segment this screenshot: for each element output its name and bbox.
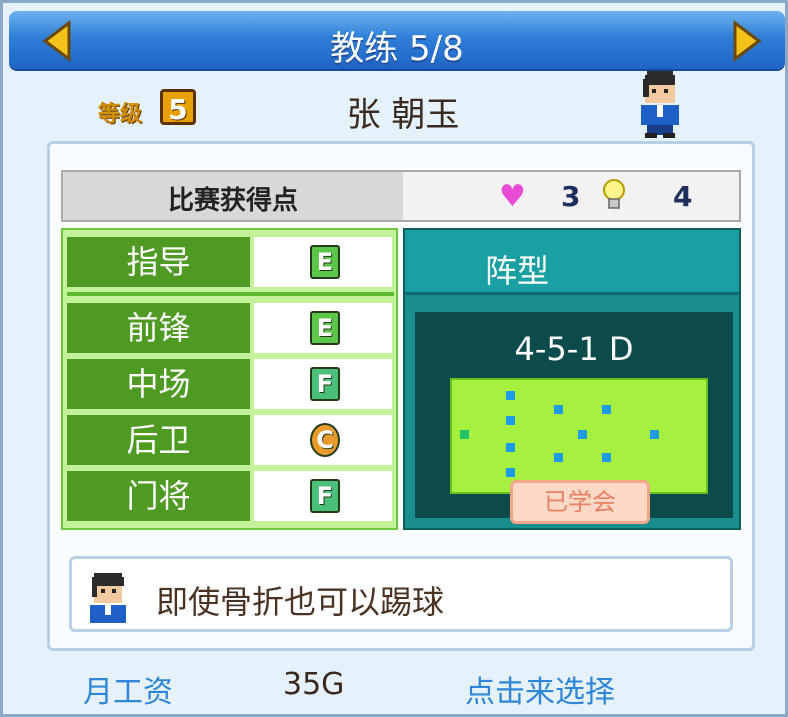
player-dot: [650, 430, 659, 439]
skill-grade-cell: C: [254, 415, 392, 465]
skill-row-defense: 后卫 C: [67, 415, 394, 465]
trait-text: 即使骨折也可以踢球: [156, 583, 445, 621]
grade-badge: C: [310, 423, 340, 457]
coach-detail-window: 教练 5/8 等级 5 张 朝玉 比赛获得点 ♥ 3 4 指导 E 前锋 E 中…: [0, 0, 788, 717]
skill-row-goalkeeper: 门将 F: [67, 471, 394, 521]
right-arrow-icon[interactable]: [725, 19, 765, 63]
heart-points-value: 3: [561, 180, 581, 213]
player-dot: [506, 391, 515, 400]
player-dot: [578, 430, 587, 439]
grade-badge: F: [310, 479, 340, 513]
formation-field: [450, 378, 708, 494]
coach-portrait-icon: [90, 573, 126, 623]
skill-label: 指导: [67, 237, 250, 287]
skills-divider: [67, 292, 394, 296]
learned-badge: 已学会: [510, 480, 650, 524]
match-points-values: ♥ 3 4: [403, 172, 739, 220]
skill-grade-cell: E: [254, 237, 392, 287]
player-dot: [602, 453, 611, 462]
match-points-bar: 比赛获得点 ♥ 3 4: [61, 170, 741, 222]
player-dot: [506, 443, 515, 452]
player-dot: [554, 453, 563, 462]
grade-badge: E: [310, 245, 340, 279]
player-dot: [602, 405, 611, 414]
formation-preview: 4-5-1 D 已学会: [415, 312, 733, 524]
player-dot: [554, 405, 563, 414]
formation-panel[interactable]: 阵型 4-5-1 D 已学会: [403, 228, 741, 530]
skill-row-coaching: 指导 E: [67, 237, 394, 287]
skill-grade-cell: E: [254, 303, 392, 353]
salary-value: 35G: [283, 667, 345, 702]
skill-row-midfield: 中场 F: [67, 359, 394, 409]
salary-label: 月工资: [83, 675, 173, 710]
goalkeeper-dot: [460, 430, 469, 439]
skill-label: 后卫: [67, 415, 250, 465]
formation-header: 阵型: [405, 230, 739, 295]
player-dot: [506, 468, 515, 477]
rank-label: 等级: [98, 102, 143, 127]
bulb-points-value: 4: [673, 180, 693, 213]
grade-badge: F: [310, 367, 340, 401]
formation-title: 阵型: [485, 252, 550, 290]
grade-badge: E: [310, 311, 340, 345]
coach-name: 张 朝玉: [346, 95, 460, 135]
skill-label: 中场: [67, 359, 250, 409]
match-points-label: 比赛获得点: [167, 186, 298, 216]
page-title: 教练 5/8: [330, 29, 464, 69]
coach-avatar-icon: [641, 71, 679, 138]
skill-grade-cell: F: [254, 471, 392, 521]
trait-box: 即使骨折也可以踢球: [69, 556, 733, 632]
skill-label: 门将: [67, 471, 250, 521]
skill-label: 前锋: [67, 303, 250, 353]
player-dot: [506, 416, 515, 425]
skills-table: 指导 E 前锋 E 中场 F 后卫 C 门将 F: [61, 228, 398, 530]
skill-grade-cell: F: [254, 359, 392, 409]
heart-icon: ♥: [499, 179, 526, 214]
title-bar: 教练 5/8: [9, 11, 785, 69]
lightbulb-icon: [603, 179, 625, 209]
formation-name: 4-5-1 D: [514, 330, 634, 368]
select-button[interactable]: 点击来选择: [465, 667, 615, 711]
rank-badge: 5: [160, 89, 196, 126]
skill-row-forward: 前锋 E: [67, 303, 394, 353]
